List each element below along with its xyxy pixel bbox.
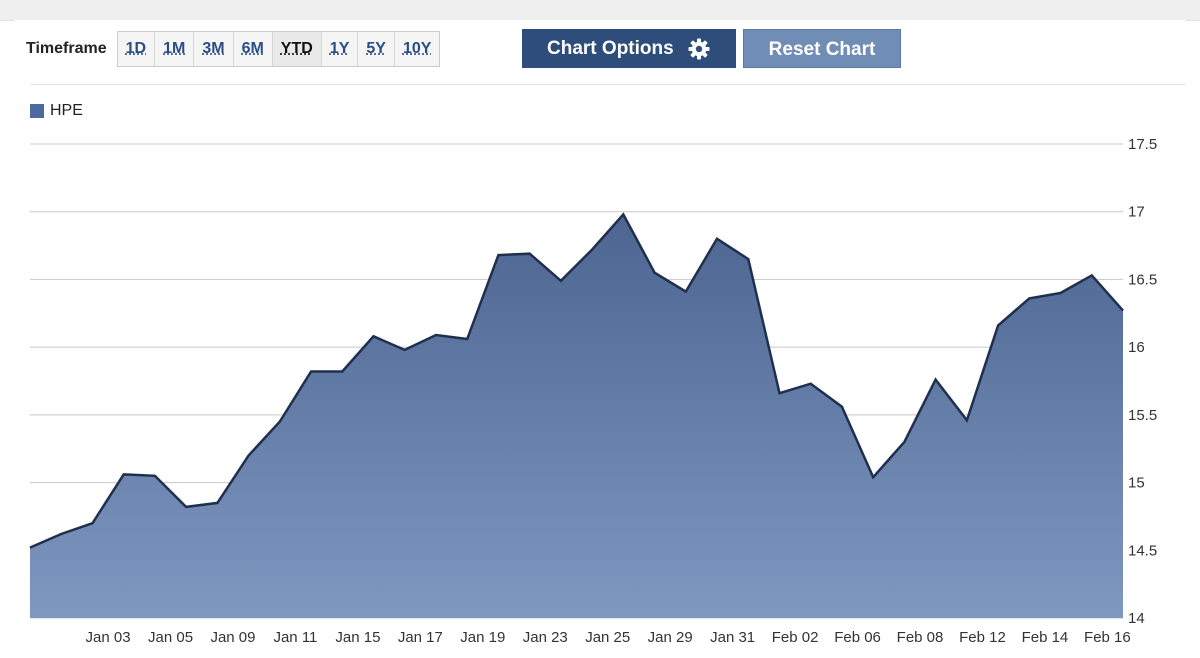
x-tick-label: Jan 31 [710, 629, 755, 646]
y-tick-label: 16.5 [1128, 271, 1157, 288]
y-tick-label: 14.5 [1128, 542, 1157, 559]
y-tick-label: 15 [1128, 475, 1145, 492]
x-tick-label: Feb 08 [897, 629, 944, 646]
x-tick-label: Jan 03 [86, 629, 131, 646]
x-tick-label: Feb 06 [834, 629, 881, 646]
x-tick-label: Jan 17 [398, 629, 443, 646]
series-area-hpe [30, 214, 1123, 618]
x-tick-label: Jan 11 [273, 629, 317, 646]
y-tick-label: 17 [1128, 204, 1145, 221]
y-axis-ticks: 14 14.5 15 15.5 16 16.5 17 17.5 [1128, 136, 1157, 627]
x-tick-label: Feb 02 [772, 629, 819, 646]
x-tick-label: Jan 15 [335, 629, 380, 646]
y-tick-label: 15.5 [1128, 407, 1157, 424]
y-tick-label: 14 [1128, 610, 1145, 627]
x-tick-label: Jan 25 [585, 629, 630, 646]
x-tick-label: Feb 12 [959, 629, 1006, 646]
x-axis-ticks: Jan 03 Jan 05 Jan 09 Jan 11 Jan 15 Jan 17 Jan … [86, 629, 1131, 646]
x-tick-label: Jan 23 [523, 629, 568, 646]
y-tick-label: 17.5 [1128, 136, 1157, 153]
x-tick-label: Feb 14 [1022, 629, 1069, 646]
area-chart: 1414.51515.51616.51717.5 Jan 03 Jan 05 Jan… [29, 136, 1157, 646]
x-tick-label: Feb 16 [1084, 629, 1131, 646]
x-tick-label: Jan 19 [460, 629, 505, 646]
x-tick-label: Jan 05 [148, 629, 193, 646]
x-tick-label: Jan 29 [648, 629, 693, 646]
y-tick-label: 16 [1128, 339, 1145, 356]
x-tick-label: Jan 09 [210, 629, 255, 646]
